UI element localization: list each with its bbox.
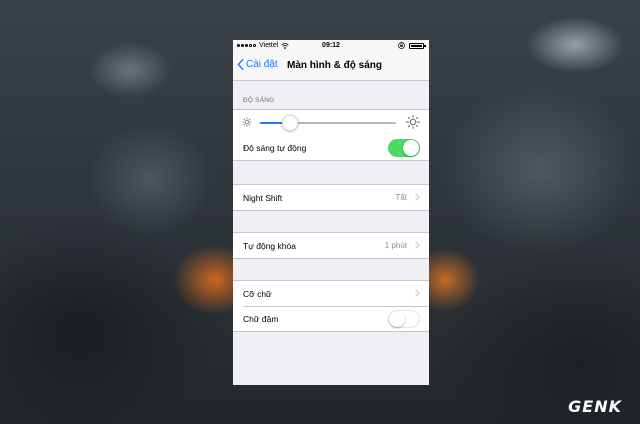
back-label: Cài đặt	[246, 59, 278, 70]
status-right	[398, 42, 426, 49]
sun-large-icon	[406, 115, 420, 129]
toggle-knob	[403, 140, 419, 156]
sun-small-icon	[242, 117, 252, 127]
night-shift-label: Night Shift	[243, 193, 283, 203]
chevron-right-icon	[415, 193, 420, 201]
text-size-row[interactable]: Cỡ chữ	[233, 281, 429, 306]
auto-brightness-label: Độ sáng tự động	[243, 143, 307, 153]
night-shift-group: Night Shift Tắt	[233, 184, 429, 211]
status-bar: Viettel 09:12	[233, 40, 429, 52]
battery-icon	[409, 42, 426, 49]
bold-text-toggle[interactable]	[388, 310, 420, 328]
brightness-slider-row	[233, 110, 429, 135]
auto-lock-value: 1 phút	[384, 241, 407, 250]
battery-fill	[411, 44, 422, 47]
chevron-left-icon	[237, 59, 244, 70]
phone-screen: Viettel 09:12 Cài đặt Màn hình & độ sáng…	[233, 40, 429, 385]
auto-lock-group: Tự động khóa 1 phút	[233, 232, 429, 259]
auto-brightness-row: Độ sáng tự động	[233, 135, 429, 160]
auto-brightness-toggle[interactable]	[388, 139, 420, 157]
chevron-right-icon	[415, 289, 420, 297]
toggle-knob	[389, 311, 405, 327]
auto-lock-row[interactable]: Tự động khóa 1 phút	[233, 233, 429, 258]
text-group: Cỡ chữ Chữ đậm	[233, 280, 429, 332]
bold-text-row: Chữ đậm	[233, 306, 429, 331]
text-size-label: Cỡ chữ	[243, 289, 272, 299]
brightness-section-header: ĐỘ SÁNG	[243, 97, 275, 104]
chevron-right-icon	[415, 241, 420, 249]
night-shift-row[interactable]: Night Shift Tắt	[233, 185, 429, 210]
lock-rotation-icon	[398, 42, 405, 49]
night-shift-value: Tắt	[395, 193, 407, 202]
page-title: Màn hình & độ sáng	[287, 60, 382, 71]
auto-lock-label: Tự động khóa	[243, 241, 296, 251]
bold-text-label: Chữ đậm	[243, 314, 279, 324]
brightness-slider[interactable]	[260, 115, 396, 131]
brightness-group: Độ sáng tự động	[233, 109, 429, 161]
navigation-bar: Cài đặt Màn hình & độ sáng	[233, 52, 429, 81]
genk-watermark-logo: GENK	[568, 397, 622, 416]
brightness-slider-thumb[interactable]	[281, 115, 298, 131]
back-button[interactable]: Cài đặt	[237, 59, 278, 70]
